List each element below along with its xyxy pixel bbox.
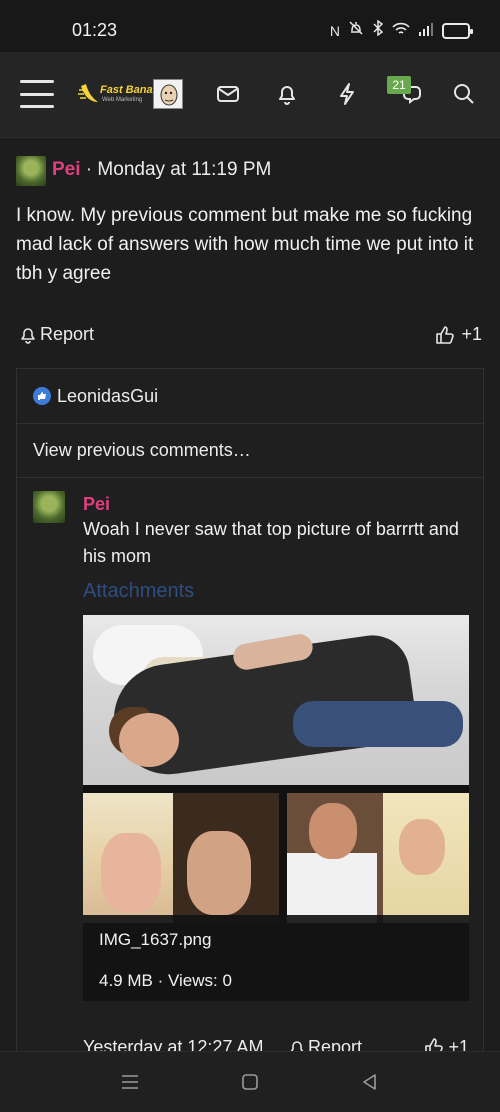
report-button[interactable]: Report (20, 324, 94, 345)
attachment-photo-top (83, 615, 469, 785)
attachments-title: Attachments (83, 580, 195, 602)
comment: Pei Woah I never saw that top picture of… (17, 369, 483, 1057)
battery-icon (442, 22, 473, 39)
attachment-photo-right (287, 793, 469, 923)
attachment-filename[interactable]: IMG_1637.png (99, 930, 211, 950)
search-button[interactable] (446, 76, 482, 112)
post-timestamp[interactable]: Monday at 11:19 PM (97, 159, 271, 180)
recents-button[interactable] (118, 1070, 142, 1094)
bluetooth-icon (372, 19, 384, 41)
nfc-icon: N (329, 22, 340, 39)
search-icon (454, 84, 474, 104)
avatar-cartoon-icon (160, 84, 178, 106)
site-logo[interactable]: Fast Banana Web Marketing (78, 80, 165, 110)
comments-panel: LeonidasGui View previous comments… Pei … (16, 368, 484, 1058)
comment-text: Woah I never saw that top picture of bar… (83, 519, 459, 566)
post-separator: · (80, 159, 98, 180)
bell-icon (279, 86, 295, 105)
system-navigation-bar (0, 1051, 500, 1112)
recents-icon (122, 1075, 138, 1089)
alerts-button[interactable] (269, 76, 305, 112)
like-button[interactable]: +1 (435, 324, 482, 345)
menu-icon-line (20, 92, 54, 96)
post-username[interactable]: Pei (52, 159, 81, 180)
comment-username[interactable]: Pei (83, 494, 110, 515)
banana-logo-icon (78, 84, 98, 102)
post-body: I know. My previous comment but make me … (16, 205, 474, 284)
post-author-avatar[interactable] (16, 156, 46, 186)
status-bar: 01:23 N (0, 0, 500, 52)
attachment-photo-left (83, 793, 279, 923)
comment-author-avatar[interactable] (33, 491, 65, 523)
home-button[interactable] (238, 1070, 262, 1094)
whats-new-button[interactable] (329, 76, 365, 112)
attachment-thumbnail[interactable]: IMG_1637.png 4.9 MB · Views: 0 (83, 615, 469, 1001)
back-button[interactable] (358, 1070, 382, 1094)
notification-badge: 21 (387, 76, 411, 94)
mail-icon (217, 86, 239, 102)
status-time: 01:23 (72, 20, 118, 40)
logo-subtext: Web Marketing (102, 97, 143, 103)
thumbs-up-icon (436, 325, 455, 344)
user-avatar[interactable] (153, 79, 183, 109)
menu-icon-line (20, 105, 54, 108)
mute-icon (348, 20, 364, 41)
status-icons: N (329, 19, 473, 41)
wifi-icon (392, 21, 410, 41)
like-count: +1 (461, 324, 482, 344)
bell-icon (21, 327, 35, 344)
signal-icon (418, 21, 434, 41)
menu-icon-line (20, 80, 54, 83)
attachment-meta: 4.9 MB · Views: 0 (99, 971, 232, 990)
bolt-icon (340, 83, 354, 105)
menu-button[interactable] (20, 80, 54, 108)
inbox-button[interactable] (210, 76, 246, 112)
post-header: Pei · Monday at 11:19 PM (52, 159, 271, 181)
back-icon (363, 1074, 376, 1090)
report-label: Report (40, 324, 95, 344)
post-actions: Report +1 (20, 324, 482, 348)
home-icon (242, 1074, 258, 1090)
